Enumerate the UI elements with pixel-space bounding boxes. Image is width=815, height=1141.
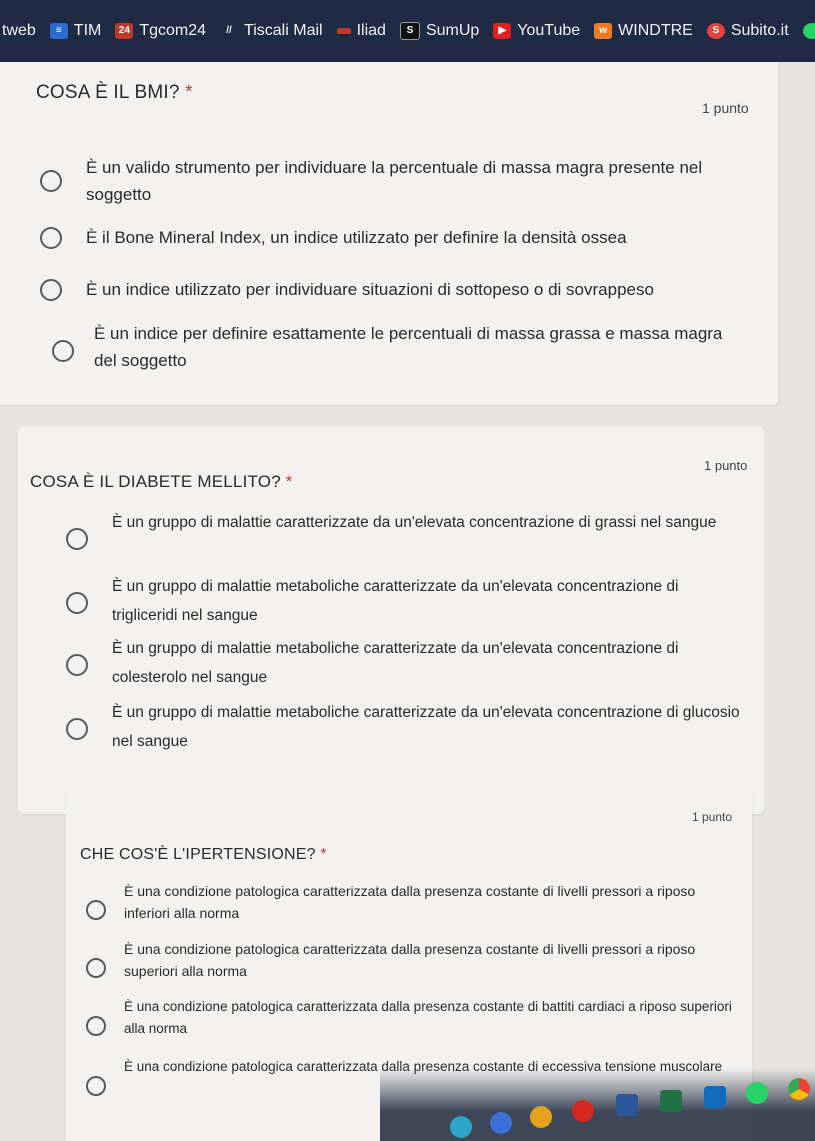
sumup-icon: S [399, 22, 420, 40]
question-card-bmi: COSA È IL BMI? * 1 punto È un valido str… [0, 62, 778, 405]
required-marker: * [185, 82, 193, 103]
whatsapp-icon [802, 23, 815, 39]
option-bmi-4[interactable]: È un indice per definire esattamente le … [52, 320, 752, 374]
option-ipertensione-1[interactable]: È una condizione patologica caratterizza… [86, 880, 746, 924]
radio-button[interactable] [66, 718, 88, 740]
radio-button[interactable] [52, 340, 74, 362]
bookmark-whatsapp[interactable] [802, 23, 815, 39]
option-diabete-2[interactable]: È un gruppo di malattie metaboliche cara… [66, 572, 756, 630]
option-bmi-3[interactable]: È un indice utilizzato per individuare s… [40, 276, 760, 303]
bookmark-tweb[interactable]: tweb [2, 22, 36, 40]
app-icon[interactable] [490, 1112, 512, 1134]
bookmark-subito[interactable]: S Subito.it [706, 22, 789, 40]
bookmarks-bar: tweb ≡ TIM 24 Tgcom24 // Tiscali Mail Il… [0, 0, 815, 62]
iliad-icon [336, 28, 351, 34]
radio-button[interactable] [86, 900, 106, 920]
radio-button[interactable] [66, 592, 88, 614]
radio-button[interactable] [86, 1076, 106, 1096]
question-title: CHE COS'È L'IPERTENSIONE? * [80, 846, 327, 863]
question-points: 1 punto [704, 458, 748, 473]
bookmark-tiscali-mail[interactable]: // Tiscali Mail [220, 22, 322, 40]
excel-icon[interactable] [660, 1090, 682, 1112]
radio-button[interactable] [40, 279, 62, 301]
youtube-icon: ▶ [493, 23, 512, 39]
opera-icon[interactable] [572, 1100, 594, 1122]
windtre-icon: w [594, 23, 613, 39]
option-diabete-4[interactable]: È un gruppo di malattie metaboliche cara… [66, 698, 756, 756]
question-title: COSA È IL BMI? * [36, 82, 193, 103]
radio-button[interactable] [40, 227, 62, 249]
tgcom24-icon: 24 [115, 23, 134, 39]
chrome-icon[interactable] [788, 1078, 810, 1100]
radio-button[interactable] [66, 654, 88, 676]
question-title: COSA È IL DIABETE MELLITO? * [30, 472, 293, 491]
bookmark-iliad[interactable]: Iliad [336, 22, 386, 40]
tiscali-icon: // [226, 25, 232, 36]
required-marker: * [320, 846, 327, 863]
radio-button[interactable] [86, 958, 106, 978]
bookmark-sumup[interactable]: S SumUp [399, 22, 479, 40]
option-ipertensione-2[interactable]: È una condizione patologica caratterizza… [86, 938, 746, 982]
bookmark-label: tweb [2, 22, 36, 39]
required-marker: * [285, 472, 293, 491]
subito-icon: S [706, 23, 725, 39]
radio-button[interactable] [66, 528, 88, 550]
option-bmi-2[interactable]: È il Bone Mineral Index, un indice utili… [40, 224, 760, 251]
option-bmi-1[interactable]: È un valido strumento per individuare la… [40, 154, 760, 208]
question-points: 1 punto [702, 100, 749, 116]
option-diabete-3[interactable]: È un gruppo di malattie metaboliche cara… [66, 634, 756, 692]
radio-button[interactable] [40, 170, 62, 192]
whatsapp-icon[interactable] [746, 1082, 768, 1104]
option-ipertensione-3[interactable]: È una condizione patologica caratterizza… [86, 996, 746, 1040]
word-icon[interactable] [616, 1094, 638, 1116]
outlook-icon[interactable] [704, 1086, 726, 1108]
bookmark-tgcom24[interactable]: 24 Tgcom24 [115, 22, 206, 40]
app-icon[interactable] [530, 1106, 552, 1128]
bookmark-windtre[interactable]: w WINDTRE [594, 22, 693, 40]
taskbar [380, 1068, 815, 1141]
bookmark-tim[interactable]: ≡ TIM [49, 22, 101, 40]
option-diabete-1[interactable]: È un gruppo di malattie caratterizzate d… [66, 508, 756, 550]
bookmark-youtube[interactable]: ▶ YouTube [493, 22, 580, 40]
question-points: 1 punto [692, 810, 733, 824]
question-card-diabete: COSA È IL DIABETE MELLITO? * 1 punto È u… [18, 426, 764, 814]
app-icon[interactable] [450, 1116, 472, 1138]
radio-button[interactable] [86, 1016, 106, 1036]
tim-icon: ≡ [49, 23, 68, 39]
